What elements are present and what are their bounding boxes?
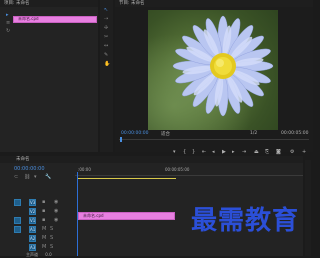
track-label-a1: A1 bbox=[30, 227, 36, 232]
mute-icon[interactable]: M bbox=[42, 245, 46, 250]
play-icon[interactable]: ▸ bbox=[6, 13, 9, 18]
work-area-bar[interactable] bbox=[78, 178, 176, 179]
timeline-clip[interactable]: 未命名.cpd bbox=[78, 212, 175, 220]
solo-icon[interactable]: S bbox=[50, 236, 53, 241]
scrub-bar[interactable] bbox=[119, 139, 309, 140]
add-marker-icon[interactable]: ▾ bbox=[34, 175, 37, 180]
razor-tool-icon[interactable]: ✂ bbox=[104, 35, 108, 40]
go-to-in-icon[interactable]: ⇤ bbox=[202, 149, 206, 155]
fit-dropdown[interactable]: 适合 bbox=[161, 131, 170, 137]
track-v2[interactable]: V2 ▪ ◉ bbox=[0, 207, 73, 216]
watermark-text: 最需教育 bbox=[191, 206, 300, 236]
mute-icon[interactable]: M bbox=[42, 227, 46, 232]
track-v3[interactable]: V3 ▪ ◉ bbox=[0, 198, 73, 207]
project-clip[interactable]: 未命名.cpd bbox=[13, 16, 97, 23]
timeline-scrollbar[interactable] bbox=[305, 160, 311, 256]
lock-icon[interactable]: ▪ bbox=[42, 209, 45, 214]
refresh-icon[interactable]: ↻ bbox=[6, 29, 10, 34]
track-label-v3: V3 bbox=[30, 200, 36, 205]
program-tab[interactable]: 节目: 未命名 bbox=[115, 0, 313, 7]
play-button-icon[interactable]: ▶ bbox=[222, 149, 226, 155]
project-tab[interactable]: 项目: 未命名 bbox=[0, 0, 98, 7]
menu-icon[interactable]: ≡ bbox=[6, 21, 10, 26]
lift-icon[interactable]: ⏏ bbox=[254, 149, 259, 155]
track-label-v1: V1 bbox=[30, 218, 36, 223]
track-v1[interactable]: V1 ▪ ◉ bbox=[0, 216, 73, 225]
track-a1[interactable]: A1 M S bbox=[0, 225, 73, 234]
time-ruler[interactable]: :00:00 00:00:05:00 bbox=[75, 166, 303, 176]
in-point-icon[interactable]: { bbox=[183, 149, 186, 155]
resolution-dropdown[interactable]: 1/2 bbox=[250, 131, 257, 136]
track-label-a2: A2 bbox=[30, 236, 36, 241]
project-panel: 项目: 未命名 ▸ ≡ ↻ 未命名.cpd bbox=[0, 0, 98, 152]
master-value[interactable]: 0.0 bbox=[45, 252, 51, 257]
marker-icon[interactable]: ▾ bbox=[173, 149, 176, 155]
ripple-edit-icon[interactable]: ✢ bbox=[104, 26, 108, 31]
slip-tool-icon[interactable]: ↔ bbox=[104, 44, 108, 49]
ruler-start: :00:00 bbox=[78, 167, 91, 172]
step-forward-icon[interactable]: ▸ bbox=[232, 149, 235, 155]
eye-icon[interactable]: ◉ bbox=[54, 209, 58, 214]
wrench-icon[interactable]: 🔧 bbox=[45, 175, 51, 180]
settings-icon[interactable]: ⚙ bbox=[290, 149, 294, 155]
out-point-icon[interactable]: } bbox=[192, 149, 195, 155]
timeline-timecode[interactable]: 00:00:00:00 bbox=[14, 166, 45, 172]
program-timecode[interactable]: 00:00:00:00 bbox=[121, 131, 148, 136]
eye-icon[interactable]: ◉ bbox=[54, 200, 58, 205]
ruler-mid: 00:00:05:00 bbox=[165, 167, 190, 172]
add-button-icon[interactable]: + bbox=[302, 149, 306, 155]
lock-icon[interactable]: ▪ bbox=[42, 200, 45, 205]
track-a2[interactable]: A2 M S bbox=[0, 234, 73, 243]
mute-icon[interactable]: M bbox=[42, 236, 46, 241]
track-target-v3[interactable] bbox=[14, 199, 21, 206]
master-label: 主声道 bbox=[26, 252, 38, 257]
solo-icon[interactable]: S bbox=[50, 245, 53, 250]
go-to-out-icon[interactable]: ⇥ bbox=[242, 149, 246, 155]
track-label-v2: V2 bbox=[30, 209, 36, 214]
track-label-a3: A3 bbox=[30, 245, 36, 250]
snap-icon[interactable]: ⊂ bbox=[14, 175, 18, 180]
duration-timecode: 00:00:05:00 bbox=[281, 131, 309, 136]
track-target-v1[interactable] bbox=[14, 217, 21, 224]
track-select-icon[interactable]: ⇢ bbox=[104, 17, 108, 22]
export-frame-icon[interactable]: ◙ bbox=[276, 149, 281, 155]
pen-tool-icon[interactable]: ✎ bbox=[104, 53, 108, 58]
timeline-tab-label: 未命名 bbox=[16, 157, 30, 162]
track-target-a1[interactable] bbox=[14, 226, 21, 233]
linked-selection-icon[interactable]: ⛓ bbox=[24, 175, 30, 180]
solo-icon[interactable]: S bbox=[50, 227, 53, 232]
lock-icon[interactable]: ▪ bbox=[42, 218, 45, 223]
tools-panel: ↖ ⇢ ✢ ✂ ↔ ✎ ✋ bbox=[100, 0, 113, 152]
video-preview bbox=[148, 10, 278, 130]
track-a3[interactable]: A3 M S bbox=[0, 243, 73, 252]
program-panel: 节目: 未命名 00:00:00:00 适合 1/2 00:00:05:00 bbox=[115, 0, 313, 152]
timeline-tab[interactable]: 未命名 bbox=[0, 156, 303, 163]
daisy-flower-image bbox=[148, 10, 278, 130]
master-track: 主声道 0.0 bbox=[26, 252, 52, 258]
extract-icon[interactable]: ⎘ bbox=[265, 149, 269, 155]
selection-tool-icon[interactable]: ↖ bbox=[104, 8, 108, 13]
eye-icon[interactable]: ◉ bbox=[54, 218, 58, 223]
hand-tool-icon[interactable]: ✋ bbox=[104, 62, 110, 67]
scrub-playhead[interactable] bbox=[120, 137, 122, 142]
step-back-icon[interactable]: ◂ bbox=[212, 149, 215, 155]
